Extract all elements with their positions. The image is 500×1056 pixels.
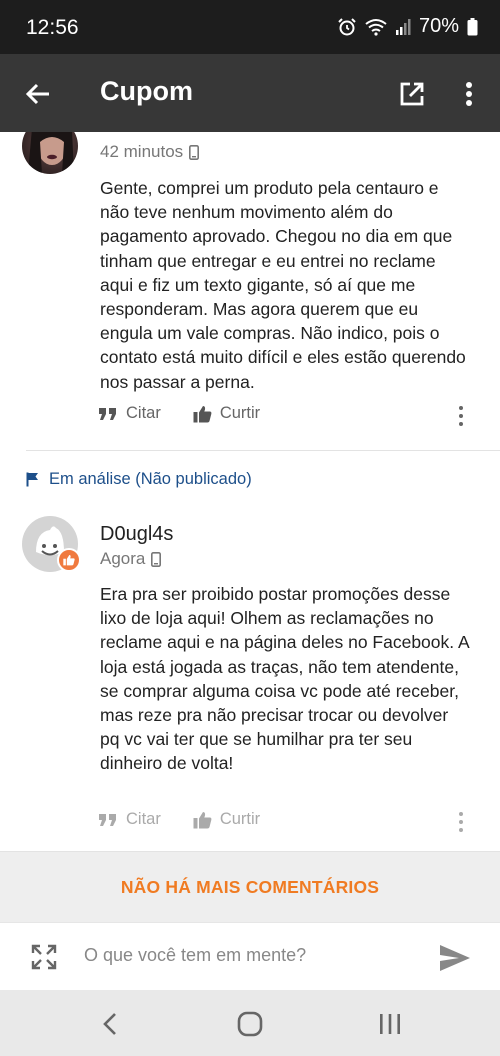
battery-percent: 70% [418, 15, 459, 37]
comment-text: Era pra ser proibido postar promoções de… [100, 584, 469, 774]
wifi-icon [365, 18, 387, 36]
user-photo-icon [28, 132, 74, 174]
more-dot-icon [459, 820, 463, 824]
badge-icon [57, 548, 81, 572]
comment-time: 42 minutos [100, 142, 184, 161]
system-navigation-bar [0, 990, 500, 1056]
nav-recents-button[interactable] [368, 1006, 412, 1042]
like-button[interactable]: Curtir [193, 810, 260, 829]
no-more-comments: NÃO HÁ MAIS COMENTÁRIOS [0, 852, 500, 922]
comment-author[interactable]: D0ugl4s [100, 523, 173, 546]
more-dot-icon [459, 812, 463, 816]
thumbs-up-icon [63, 554, 75, 566]
mobile-phone-icon [189, 144, 200, 160]
expand-icon [31, 944, 57, 970]
app-bar: Cupom [0, 54, 500, 132]
more-vertical-icon [466, 82, 472, 106]
comment-time: Agora [100, 549, 146, 568]
send-button[interactable] [436, 939, 474, 977]
comment-options-button[interactable] [456, 406, 466, 426]
thumbs-up-icon [193, 405, 212, 422]
more-dot-icon [459, 406, 463, 410]
comment-meta: Agora [100, 549, 162, 569]
thumbs-up-icon [193, 811, 212, 828]
review-status: Em análise (Não publicado) [26, 470, 252, 489]
comments-list[interactable]: 42 minutos Gente, comprei um produto pel… [0, 132, 500, 922]
more-dot-icon [459, 414, 463, 418]
status-bar: 12:56 70% [0, 0, 500, 54]
nav-home-button[interactable] [228, 1006, 272, 1042]
quote-label: Citar [126, 404, 161, 422]
comment-composer [0, 922, 500, 990]
avatar[interactable] [22, 132, 78, 174]
like-label: Curtir [219, 810, 261, 828]
review-status-label: Em análise (Não publicado) [49, 470, 252, 488]
quote-button[interactable]: Citar [98, 810, 161, 829]
comment-meta: 42 minutos [100, 142, 200, 162]
quote-icon [99, 813, 116, 826]
quote-button[interactable]: Citar [98, 404, 161, 423]
arrow-left-icon [25, 83, 49, 105]
comment-text: Gente, comprei um produto pela centauro … [100, 178, 466, 392]
quote-label: Citar [126, 810, 161, 828]
more-dot-icon [459, 422, 463, 426]
like-label: Curtir [219, 404, 261, 422]
flag-icon [26, 472, 38, 487]
status-time: 12:56 [26, 16, 79, 39]
nav-back-button[interactable] [90, 1006, 130, 1042]
page-title: Cupom [100, 76, 193, 106]
comment-actions: Citar Curtir [98, 810, 292, 829]
recent-apps-icon [380, 1014, 400, 1034]
send-icon [440, 945, 470, 971]
more-dot-icon [459, 828, 463, 832]
status-icons: 70% [337, 15, 478, 38]
alarm-icon [338, 17, 356, 35]
like-button[interactable]: Curtir [193, 404, 260, 423]
signal-icon [395, 18, 411, 35]
battery-icon [467, 17, 478, 35]
chevron-left-icon [103, 1013, 116, 1035]
home-icon [237, 1011, 263, 1037]
quote-icon [99, 407, 116, 420]
mobile-phone-icon [151, 551, 162, 567]
overflow-menu-button[interactable] [452, 74, 486, 114]
expand-button[interactable] [28, 941, 60, 973]
open-in-new-icon [400, 82, 424, 106]
comment-actions: Citar Curtir [98, 404, 292, 423]
back-button[interactable] [18, 74, 58, 114]
divider [26, 450, 500, 451]
comment-input[interactable] [84, 945, 414, 966]
open-external-button[interactable] [392, 74, 432, 114]
comment-options-button[interactable] [456, 812, 466, 832]
